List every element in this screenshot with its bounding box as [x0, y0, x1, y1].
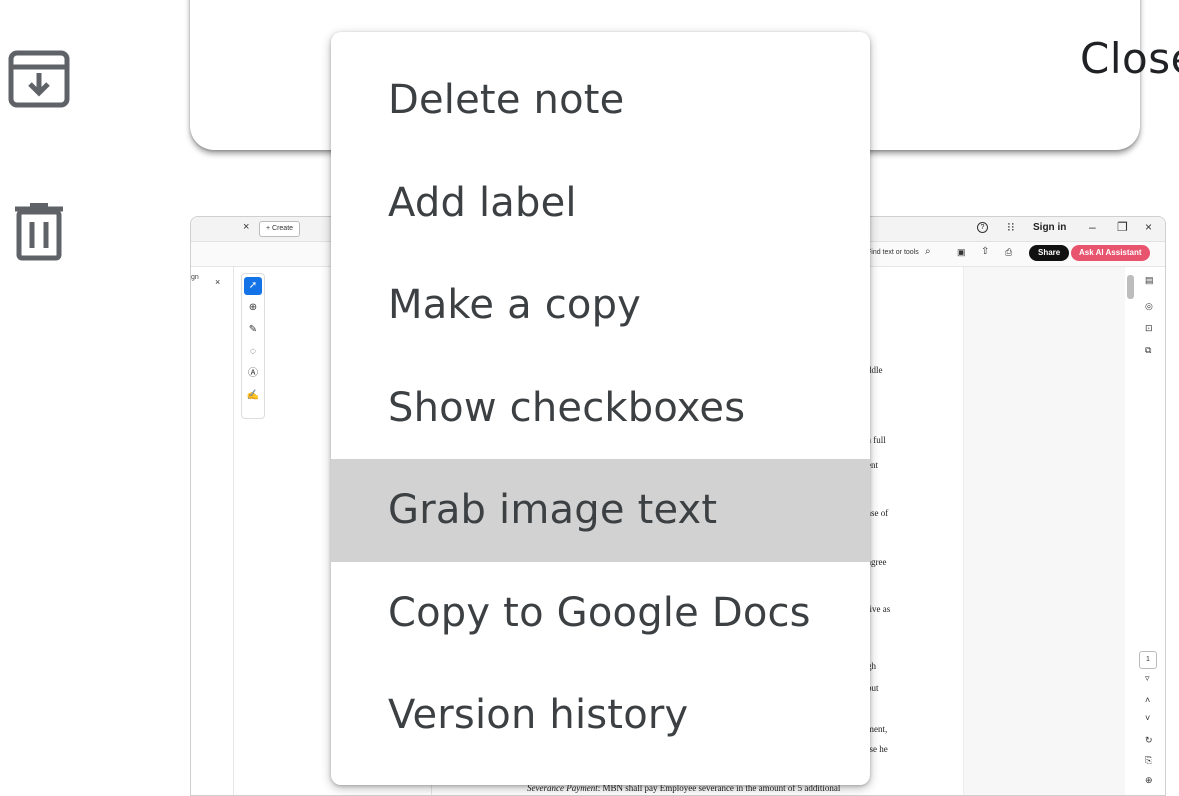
archive-icon[interactable]	[8, 48, 70, 110]
restore-icon: ❐	[1117, 220, 1128, 234]
doc-text-fragment: tive as	[867, 604, 891, 614]
menu-item-version-history[interactable]: Version history	[331, 664, 870, 767]
more-options-menu: Delete note Add label Make a copy Show c…	[331, 32, 870, 785]
create-tab-button: + Create	[259, 221, 301, 237]
page-down-icon: ˅	[1145, 713, 1151, 723]
save-icon: ▣	[957, 247, 966, 257]
menu-item-make-a-copy[interactable]: Make a copy	[331, 254, 870, 357]
sign-in-link: Sign in	[1033, 222, 1067, 233]
panel-close-icon: ×	[215, 277, 221, 287]
zoom-in-icon: ⊕	[1145, 775, 1153, 785]
find-tools-field: Find text or tools	[867, 249, 919, 256]
window-close-icon: ×	[1145, 220, 1153, 234]
upload-icon: ⇧	[981, 246, 990, 257]
menu-item-copy-to-google-docs[interactable]: Copy to Google Docs	[331, 562, 870, 665]
sign-tool-icon: ✍	[246, 390, 260, 401]
page-total-icon: ▿	[1145, 673, 1150, 683]
bookmark-icon: ⊡	[1145, 323, 1153, 333]
doc-text-fragment: ment,	[867, 724, 888, 734]
menu-item-add-label[interactable]: Add label	[331, 152, 870, 255]
page-up-icon: ˄	[1145, 695, 1151, 705]
select-tool-icon: ➚	[244, 277, 262, 295]
minimize-icon: –	[1089, 220, 1096, 234]
search-icon: ⌕	[925, 246, 931, 257]
menu-item-show-checkboxes[interactable]: Show checkboxes	[331, 357, 870, 460]
eraser-tool-icon: ◌	[250, 346, 256, 357]
left-panel	[191, 267, 234, 795]
ai-assistant-button: Ask AI Assistant	[1071, 245, 1150, 261]
trash-icon[interactable]	[8, 200, 70, 262]
menu-item-grab-image-text[interactable]: Grab image text	[331, 459, 870, 562]
share-button: Share	[1029, 245, 1070, 261]
page-gutter	[963, 267, 1126, 795]
print-icon: ⎙	[1005, 247, 1013, 257]
comment-icon: ▤	[1145, 275, 1154, 285]
apps-grid-icon: ⁝⁝	[1007, 220, 1015, 234]
menu-item-delete-note[interactable]: Delete note	[331, 49, 870, 152]
tools-palette: ➚ ⊕ ✎ ◌ Ⓐ ✍	[241, 273, 265, 419]
doc-text-fragment: ise he	[867, 744, 888, 754]
close-button[interactable]: Close	[1070, 28, 1179, 89]
tab-close-icon: ×	[243, 221, 250, 233]
doc-text-fragment: ase of	[867, 508, 889, 518]
rotate-icon: ↻	[1145, 735, 1153, 745]
help-icon: ?	[977, 222, 988, 233]
scrollbar-thumb	[1127, 275, 1134, 299]
pages-icon: ⧉	[1145, 345, 1152, 355]
zoom-tool-icon: ⊕	[248, 302, 258, 313]
fit-page-icon: ⎘	[1145, 755, 1153, 765]
edit-icon: ◎	[1145, 301, 1153, 311]
page-number-box: 1	[1139, 651, 1157, 669]
text-tool-icon: Ⓐ	[248, 368, 258, 379]
pen-tool-icon: ✎	[248, 324, 258, 335]
